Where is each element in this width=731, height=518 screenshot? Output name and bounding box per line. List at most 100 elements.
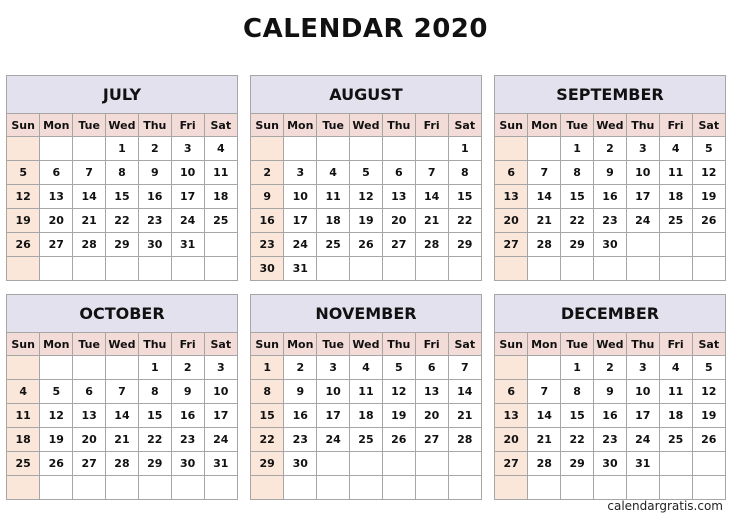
weekday-header: Sat — [203, 333, 237, 356]
day-cell: 10 — [316, 379, 351, 404]
day-cell: 28 — [414, 232, 449, 257]
day-cell: 16 — [283, 403, 318, 428]
day-cell: 4 — [658, 136, 693, 161]
day-cell: 28 — [527, 451, 562, 476]
weekday-header: Mon — [39, 114, 74, 137]
week-row: 2345678 — [251, 160, 481, 185]
day-cell: 6 — [381, 160, 416, 185]
weekday-header: Tue — [560, 333, 595, 356]
day-cell: 7 — [414, 160, 449, 185]
week-row: 12345 — [495, 355, 725, 380]
day-cell: 7 — [527, 160, 562, 185]
weekday-header: Tue — [316, 333, 351, 356]
day-cell — [349, 451, 383, 476]
day-cell: 20 — [414, 403, 449, 428]
week-row: 1 — [251, 136, 481, 161]
day-cell: 11 — [349, 379, 383, 404]
day-cell: 18 — [203, 184, 237, 209]
weekday-header: Sun — [495, 114, 529, 137]
week-row — [7, 475, 237, 499]
weekday-header: Fri — [658, 333, 693, 356]
day-cell — [495, 355, 529, 380]
day-cell — [316, 136, 351, 161]
day-cell — [251, 136, 285, 161]
weekday-header: Sun — [251, 114, 285, 137]
day-cell: 12 — [39, 403, 74, 428]
day-cell: 26 — [39, 451, 74, 476]
day-cell: 13 — [414, 379, 449, 404]
day-cell — [316, 475, 351, 499]
week-row: 18 19 20 21 22 23 24 — [7, 427, 237, 452]
day-cell — [316, 256, 351, 280]
week-row: 12 13 14 15 16 17 18 — [7, 184, 237, 209]
day-cell: 19 — [349, 208, 383, 233]
month-name: SEPTEMBER — [495, 76, 725, 114]
day-cell: 5 — [691, 355, 725, 380]
day-cell: 4 — [349, 355, 383, 380]
day-cell — [7, 475, 41, 499]
day-cell: 5 — [349, 160, 383, 185]
week-row: 4 5 6 7 8 9 10 — [7, 379, 237, 404]
weekday-header: Mon — [527, 114, 562, 137]
day-cell — [72, 256, 107, 280]
weekday-header: Mon — [283, 333, 318, 356]
day-cell: 10 — [283, 184, 318, 209]
day-cell: 29 — [560, 232, 595, 257]
day-cell: 11 — [203, 160, 237, 185]
week-row: 27 28 29 30 — [495, 232, 725, 257]
day-cell: 25 — [7, 451, 41, 476]
week-row: 13 14 15 16 17 18 19 — [495, 184, 725, 209]
day-cell — [447, 475, 481, 499]
week-row: 27 28 29 30 31 — [495, 451, 725, 476]
day-cell — [72, 475, 107, 499]
day-cell: 17 — [170, 184, 205, 209]
weekday-header: Thu — [625, 333, 660, 356]
day-cell: 10 — [625, 160, 660, 185]
week-row — [251, 475, 481, 499]
day-cell: 18 — [316, 208, 351, 233]
day-cell: 8 — [560, 160, 595, 185]
day-cell: 6 — [495, 160, 529, 185]
day-cell: 17 — [316, 403, 351, 428]
weekday-header: Sun — [7, 114, 41, 137]
day-cell: 14 — [414, 184, 449, 209]
day-cell: 24 — [203, 427, 237, 452]
day-cell — [414, 256, 449, 280]
day-cell — [414, 475, 449, 499]
day-cell: 27 — [72, 451, 107, 476]
day-cell: 10 — [625, 379, 660, 404]
day-cell: 28 — [105, 451, 139, 476]
day-cell: 27 — [495, 232, 529, 257]
day-cell: 23 — [593, 208, 627, 233]
weekday-header: Fri — [658, 114, 693, 137]
day-cell: 3 — [170, 136, 205, 161]
weekday-header: Wed — [593, 333, 627, 356]
day-cell: 12 — [7, 184, 41, 209]
day-cell — [625, 232, 660, 257]
day-cell — [658, 232, 693, 257]
day-cell: 29 — [137, 451, 172, 476]
day-cell — [447, 256, 481, 280]
day-cell: 12 — [691, 160, 725, 185]
day-cell — [495, 136, 529, 161]
day-cell: 24 — [625, 427, 660, 452]
day-cell: 13 — [495, 403, 529, 428]
week-row: 20 21 22 23 24 25 26 — [495, 427, 725, 452]
month-name: AUGUST — [251, 76, 481, 114]
week-row — [495, 256, 725, 280]
day-cell: 26 — [349, 232, 383, 257]
day-cell — [105, 256, 139, 280]
day-cell: 27 — [39, 232, 74, 257]
day-cell: 9 — [137, 160, 172, 185]
day-cell: 11 — [316, 184, 351, 209]
day-cell — [203, 232, 237, 257]
day-cell: 22 — [251, 427, 285, 452]
month-name: JULY — [7, 76, 237, 114]
week-row: 29 30 — [251, 451, 481, 476]
day-cell: 30 — [593, 232, 627, 257]
day-cell: 13 — [495, 184, 529, 209]
day-cell: 31 — [170, 232, 205, 257]
day-cell: 21 — [72, 208, 107, 233]
day-cell: 2 — [283, 355, 318, 380]
weekday-header: Sat — [447, 114, 481, 137]
